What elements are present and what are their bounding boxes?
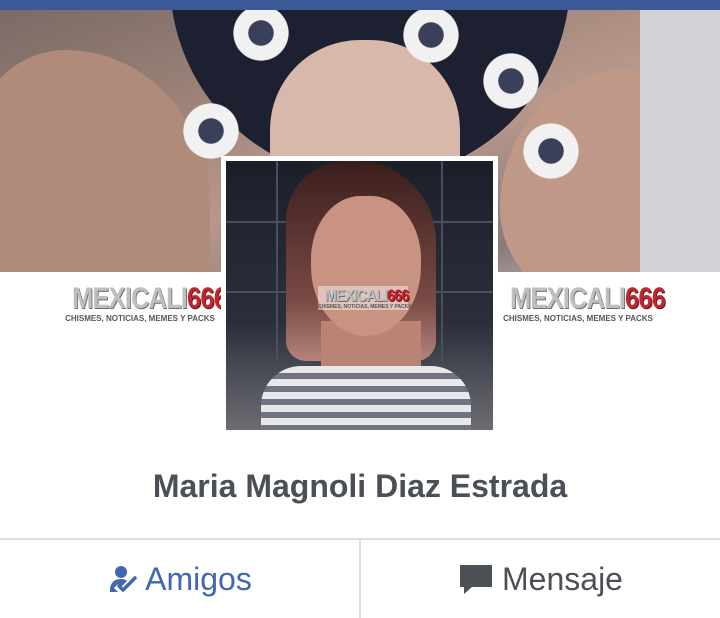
watermark-right: MEXICALI666 CHISMES, NOTICIAS, MEMES Y P… [503,282,666,323]
friends-label: Amigos [145,560,252,597]
friends-button[interactable]: Amigos [0,540,359,618]
watermark-left: MEXICALI666 CHISMES, NOTICIAS, MEMES Y P… [65,282,228,323]
chat-bubble-icon [458,562,494,596]
top-bar [0,0,720,10]
action-bar: Amigos Mensaje [0,538,720,618]
profile-photo: MEXICALI666 CHISMES, NOTICIAS, MEMES Y P… [226,161,493,430]
friend-check-icon [107,564,137,594]
profile-name: Maria Magnoli Diaz Estrada [152,468,568,504]
profile-picture[interactable]: MEXICALI666 CHISMES, NOTICIAS, MEMES Y P… [221,156,498,435]
message-button[interactable]: Mensaje [359,540,720,618]
watermark-center: MEXICALI666 CHISMES, NOTICIAS, MEMES Y P… [318,286,412,310]
message-label: Mensaje [502,560,623,597]
